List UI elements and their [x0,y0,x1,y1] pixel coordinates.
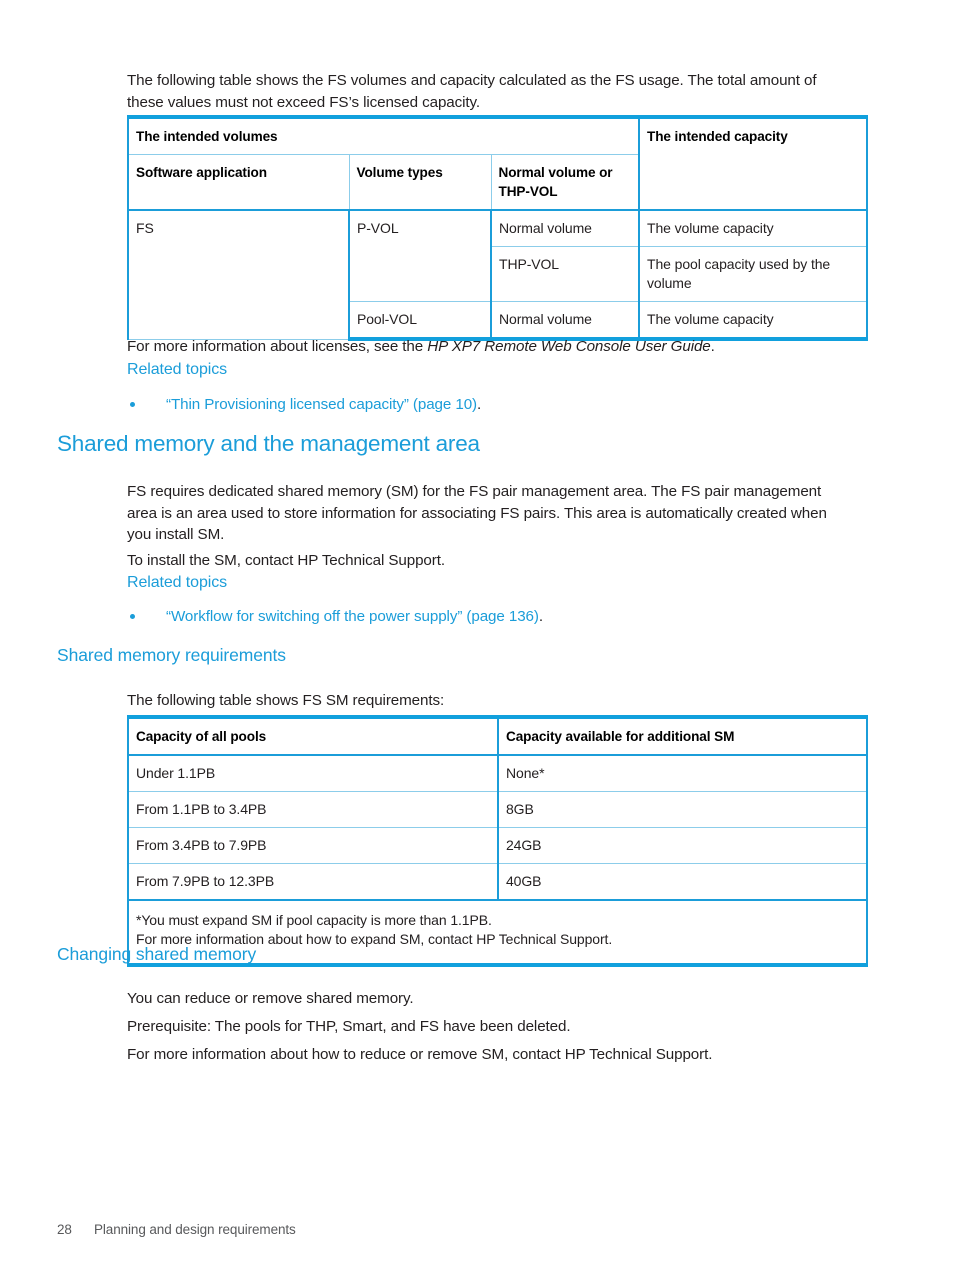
header-intended-volumes: The intended volumes [126,115,640,155]
header-intended-capacity: The intended capacity [638,115,869,211]
related-topic-link-item-2[interactable]: “Workflow for switching off the power su… [130,606,850,627]
header-capacity-of-all-pools: Capacity of all pools [127,715,499,756]
cell-pool-capacity-1: Under 1.1PB [127,754,499,792]
related-topic-link-1-text[interactable]: “Thin Provisioning licensed capacity” (p… [166,396,477,413]
header-normal-volume-line2: THP-VOL [498,184,558,199]
page-title-shared-memory-management-area: Shared memory and the management area [57,431,480,456]
related-topic-link-1[interactable]: “Thin Provisioning licensed capacity” (p… [166,394,481,415]
licenses-note-lead: For more information about licenses, see… [127,338,428,356]
table-row: From 7.9PB to 12.3PB 40GB [127,863,868,901]
related-topic-link-1-tail: . [477,396,482,413]
changing-shared-memory-paragraph-2: Prerequisite: The pools for THP, Smart, … [127,1018,571,1036]
sm-requirements-intro: The following table shows FS SM requirem… [127,692,445,710]
table-row: Under 1.1PB None* [127,754,868,792]
related-topic-link-item-1[interactable]: “Thin Provisioning licensed capacity” (p… [130,394,850,415]
licenses-note-title: HP XP7 Remote Web Console User Guide [427,338,711,356]
cell-pool-capacity-2: From 1.1PB to 3.4PB [127,791,499,828]
licenses-note-tail: . [710,338,715,356]
intended-volumes-table: The intended volumes The intended capaci… [126,115,869,341]
cell-thp-vol: THP-VOL [490,246,640,302]
footer-page-number: 28 [57,1222,72,1237]
table-row-group-header: The intended volumes The intended capaci… [126,115,869,211]
licenses-note: For more information about licenses, see… [127,336,887,358]
sm-requirements-table: Capacity of all pools Capacity available… [127,715,868,967]
footnote-line-1: *You must expand SM if pool capacity is … [136,912,492,928]
related-topics-heading-2: Related topics [127,574,227,591]
sub-heading-shared-memory-requirements: Shared memory requirements [57,645,286,665]
cell-volume-type-pvol: P-VOL [348,209,492,302]
cell-capacity-pool-capacity: The pool capacity used by the volume [638,246,869,302]
cell-additional-sm-1: None* [497,754,868,792]
related-topics-heading-1: Related topics [127,361,227,378]
header-capacity-available-additional-sm: Capacity available for additional SM [497,715,868,756]
document-page: The following table shows the FS volumes… [0,0,954,1271]
cell-normal-volume: Normal volume [490,209,640,247]
footer-chapter-title: Planning and design requirements [94,1222,296,1237]
cell-normal-volume-2: Normal volume [490,301,640,341]
table-row: From 3.4PB to 7.9PB 24GB [127,827,868,864]
cell-software-application-fs: FS [127,209,350,340]
table-row: FS P-VOL Normal volume The volume capaci… [127,209,869,340]
cell-pool-capacity-4: From 7.9PB to 12.3PB [127,863,499,901]
table-row: From 1.1PB to 3.4PB 8GB [127,791,868,828]
header-normal-volume-or-thp-vol: Normal volume or THP-VOL [490,154,640,211]
changing-shared-memory-paragraph-1: You can reduce or remove shared memory. [127,990,414,1008]
related-topic-link-2-tail: . [538,608,543,625]
sub-heading-changing-shared-memory: Changing shared memory [57,944,257,964]
bullet-dot-icon [130,402,135,407]
cell-volume-type-poolvol: Pool-VOL [348,301,492,341]
header-normal-volume-line1: Normal volume or [498,165,613,180]
intro-paragraph: The following table shows the FS volumes… [127,72,817,111]
cell-additional-sm-4: 40GB [497,863,868,901]
cell-capacity-volume-capacity: The volume capacity [638,209,869,247]
page-footer: 28 Planning and design requirements [57,1222,296,1237]
cell-additional-sm-2: 8GB [497,791,868,828]
shared-memory-paragraph-1: FS requires dedicated shared memory (SM)… [127,483,827,544]
bullet-dot-icon [130,614,135,619]
shared-memory-paragraph-2: To install the SM, contact HP Technical … [127,552,445,570]
header-software-application: Software application [127,154,350,211]
table-row-column-header: Capacity of all pools Capacity available… [127,715,868,756]
cell-capacity-volume-capacity-2: The volume capacity [638,301,869,341]
header-volume-types: Volume types [348,154,492,211]
cell-additional-sm-3: 24GB [497,827,868,864]
related-topic-link-2[interactable]: “Workflow for switching off the power su… [166,606,543,627]
related-topic-link-2-text[interactable]: “Workflow for switching off the power su… [166,608,539,625]
changing-shared-memory-paragraph-3: For more information about how to reduce… [127,1046,713,1064]
cell-pool-capacity-3: From 3.4PB to 7.9PB [127,827,499,864]
